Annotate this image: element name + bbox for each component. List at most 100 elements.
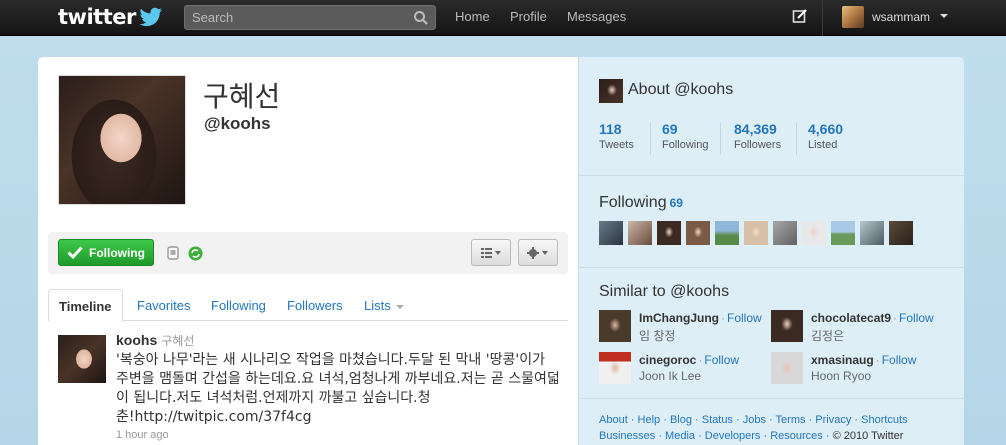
similar-user-realname: Joon Ik Lee — [639, 369, 702, 383]
footer-link-resources[interactable]: Resources — [770, 430, 823, 442]
footer-link-jobs[interactable]: Jobs — [743, 414, 766, 426]
stat-tweets[interactable]: 118 Tweets — [599, 121, 634, 155]
tab-lists-label: Lists — [364, 298, 391, 313]
profile-handle: @koohs — [204, 114, 271, 133]
similar-user-avatar[interactable] — [771, 352, 803, 384]
retweet-toggle-icon[interactable] — [188, 246, 203, 261]
similar-user-realname: 임 창정 — [639, 329, 676, 343]
tweet-avatar[interactable] — [58, 335, 106, 383]
similar-user: cinegoroc · Follow Joon Ik Lee — [599, 352, 779, 384]
similar-user-realname: 김정은 — [811, 329, 845, 343]
footer-link-blog[interactable]: Blog — [670, 414, 692, 426]
profile-sidebar: About @koohs 118 Tweets 69 Following 84,… — [578, 57, 965, 445]
search-icon[interactable] — [413, 10, 429, 26]
tab-following[interactable]: Following — [211, 298, 266, 313]
similar-user: xmasinaug · Follow Hoon Ryoo — [771, 352, 951, 384]
user-avatar[interactable] — [842, 6, 864, 28]
profile-stats: 118 Tweets 69 Following 84,369 Followers… — [599, 121, 959, 155]
following-thumb[interactable] — [744, 221, 768, 245]
bird-icon — [139, 7, 162, 27]
device-icon[interactable] — [166, 246, 180, 260]
search-input[interactable] — [185, 6, 435, 29]
similar-follow-link[interactable]: Follow — [704, 353, 739, 367]
tweet-text: '복숭아 나무'라는 새 시나리오 작업을 마쳤습니다.두달 된 막내 '땅콩'… — [116, 352, 560, 425]
following-title-label: Following — [599, 194, 667, 211]
similar-follow-link[interactable]: Follow — [899, 311, 934, 325]
lists-menu-button[interactable] — [471, 239, 511, 266]
footer-link-shortcuts[interactable]: Shortcuts — [861, 414, 907, 426]
sidebar-divider — [579, 398, 965, 399]
similar-user-avatar[interactable] — [599, 310, 631, 342]
settings-menu-button[interactable] — [518, 239, 558, 266]
stat-listed-label: Listed — [808, 139, 838, 151]
similar-user-avatar[interactable] — [599, 352, 631, 384]
following-thumb[interactable] — [889, 221, 913, 245]
following-button[interactable]: Following — [58, 239, 154, 266]
separator-dot: · — [721, 311, 725, 325]
footer-row-1: About · Help · Blog · Status · Jobs · Te… — [599, 414, 908, 426]
footer-link-status[interactable]: Status — [702, 414, 733, 426]
following-thumb[interactable] — [715, 221, 739, 245]
stat-following-label: Following — [662, 139, 709, 151]
chevron-down-icon[interactable] — [940, 14, 948, 18]
tab-timeline[interactable]: Timeline — [48, 289, 123, 322]
sidebar-divider — [579, 175, 965, 176]
nav-profile[interactable]: Profile — [510, 9, 547, 24]
following-thumb[interactable] — [860, 221, 884, 245]
similar-user-name[interactable]: cinegoroc — [639, 353, 696, 367]
stat-listed[interactable]: 4,660 Listed — [808, 121, 843, 155]
nav-messages[interactable]: Messages — [567, 9, 626, 24]
similar-user-name[interactable]: chocolatecat9 — [811, 311, 891, 325]
following-thumb[interactable] — [599, 221, 623, 245]
tab-favorites[interactable]: Favorites — [137, 298, 190, 313]
compose-icon[interactable] — [792, 8, 808, 24]
similar-user-realname: Hoon Ryoo — [811, 369, 872, 383]
user-menu-name[interactable]: wsammam — [872, 10, 930, 24]
following-thumb[interactable] — [628, 221, 652, 245]
following-thumb[interactable] — [657, 221, 681, 245]
search-box[interactable] — [184, 5, 436, 30]
stat-following[interactable]: 69 Following — [662, 121, 708, 155]
stat-followers-label: Followers — [734, 139, 782, 151]
twitter-logo[interactable]: twitter — [58, 4, 163, 30]
footer-link-developers[interactable]: Developers — [705, 430, 761, 442]
separator-dot: · — [698, 353, 703, 367]
footer-link-media[interactable]: Media — [665, 430, 695, 442]
following-count[interactable]: 69 — [670, 196, 683, 210]
similar-follow-link[interactable]: Follow — [882, 353, 917, 367]
stat-listed-num: 4,660 — [808, 121, 844, 137]
tab-followers[interactable]: Followers — [287, 298, 343, 313]
similar-user-name[interactable]: xmasinaug — [811, 353, 874, 367]
footer-links: About · Help · Blog · Status · Jobs · Te… — [599, 412, 949, 444]
following-thumb[interactable] — [831, 221, 855, 245]
tab-lists[interactable]: Lists — [364, 298, 404, 313]
profile-main: 구혜선 @koohs Following Timeline Favorites … — [38, 57, 578, 445]
footer-link-privacy[interactable]: Privacy — [815, 414, 851, 426]
tweet-username[interactable]: koohs — [116, 332, 157, 348]
following-thumb[interactable] — [773, 221, 797, 245]
similar-section-title: Similar to @koohs — [599, 283, 730, 300]
similar-user-header: cinegoroc · Follow — [639, 353, 739, 367]
footer-link-about[interactable]: About — [599, 414, 628, 426]
footer-link-terms[interactable]: Terms — [776, 414, 806, 426]
nav-home[interactable]: Home — [455, 9, 490, 24]
stat-divider — [796, 123, 797, 155]
following-thumb[interactable] — [802, 221, 826, 245]
similar-user: chocolatecat9 · Follow 김정은 — [771, 310, 951, 343]
similar-user-avatar[interactable] — [771, 310, 803, 342]
logo-text: twitter — [58, 5, 136, 29]
footer-row-2: Businesses · Media · Developers · Resour… — [599, 430, 904, 442]
tweet-realname: 구혜선 — [161, 334, 195, 348]
similar-user-name[interactable]: ImChangJung — [639, 311, 719, 325]
similar-follow-link[interactable]: Follow — [727, 311, 762, 325]
following-thumb[interactable] — [686, 221, 710, 245]
profile-avatar[interactable] — [58, 75, 186, 205]
sidebar-divider — [579, 267, 965, 268]
caret-down-icon — [395, 304, 404, 309]
tweet-timestamp[interactable]: 1 hour ago — [116, 429, 169, 441]
stat-followers[interactable]: 84,369 Followers — [734, 121, 781, 155]
footer-link-help[interactable]: Help — [638, 414, 661, 426]
similar-user-header: xmasinaug · Follow — [811, 353, 916, 367]
footer-link-businesses[interactable]: Businesses — [599, 430, 655, 442]
separator-dot: · — [875, 353, 880, 367]
